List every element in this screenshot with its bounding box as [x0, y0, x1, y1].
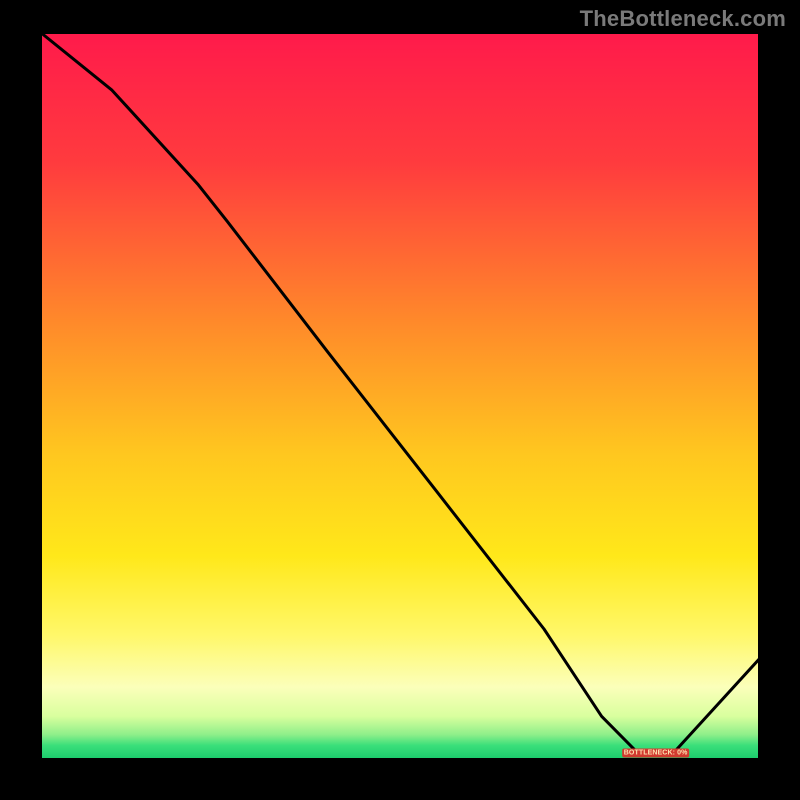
- plot-inner: BOTTLENECK: 0%: [40, 32, 760, 760]
- bottleneck-badge: BOTTLENECK: 0%: [622, 748, 690, 757]
- bottleneck-curve: [40, 32, 760, 760]
- chart-area: BOTTLENECK: 0%: [40, 32, 760, 760]
- watermark-text: TheBottleneck.com: [580, 6, 786, 32]
- bottleneck-badge-label: BOTTLENECK: 0%: [624, 749, 688, 756]
